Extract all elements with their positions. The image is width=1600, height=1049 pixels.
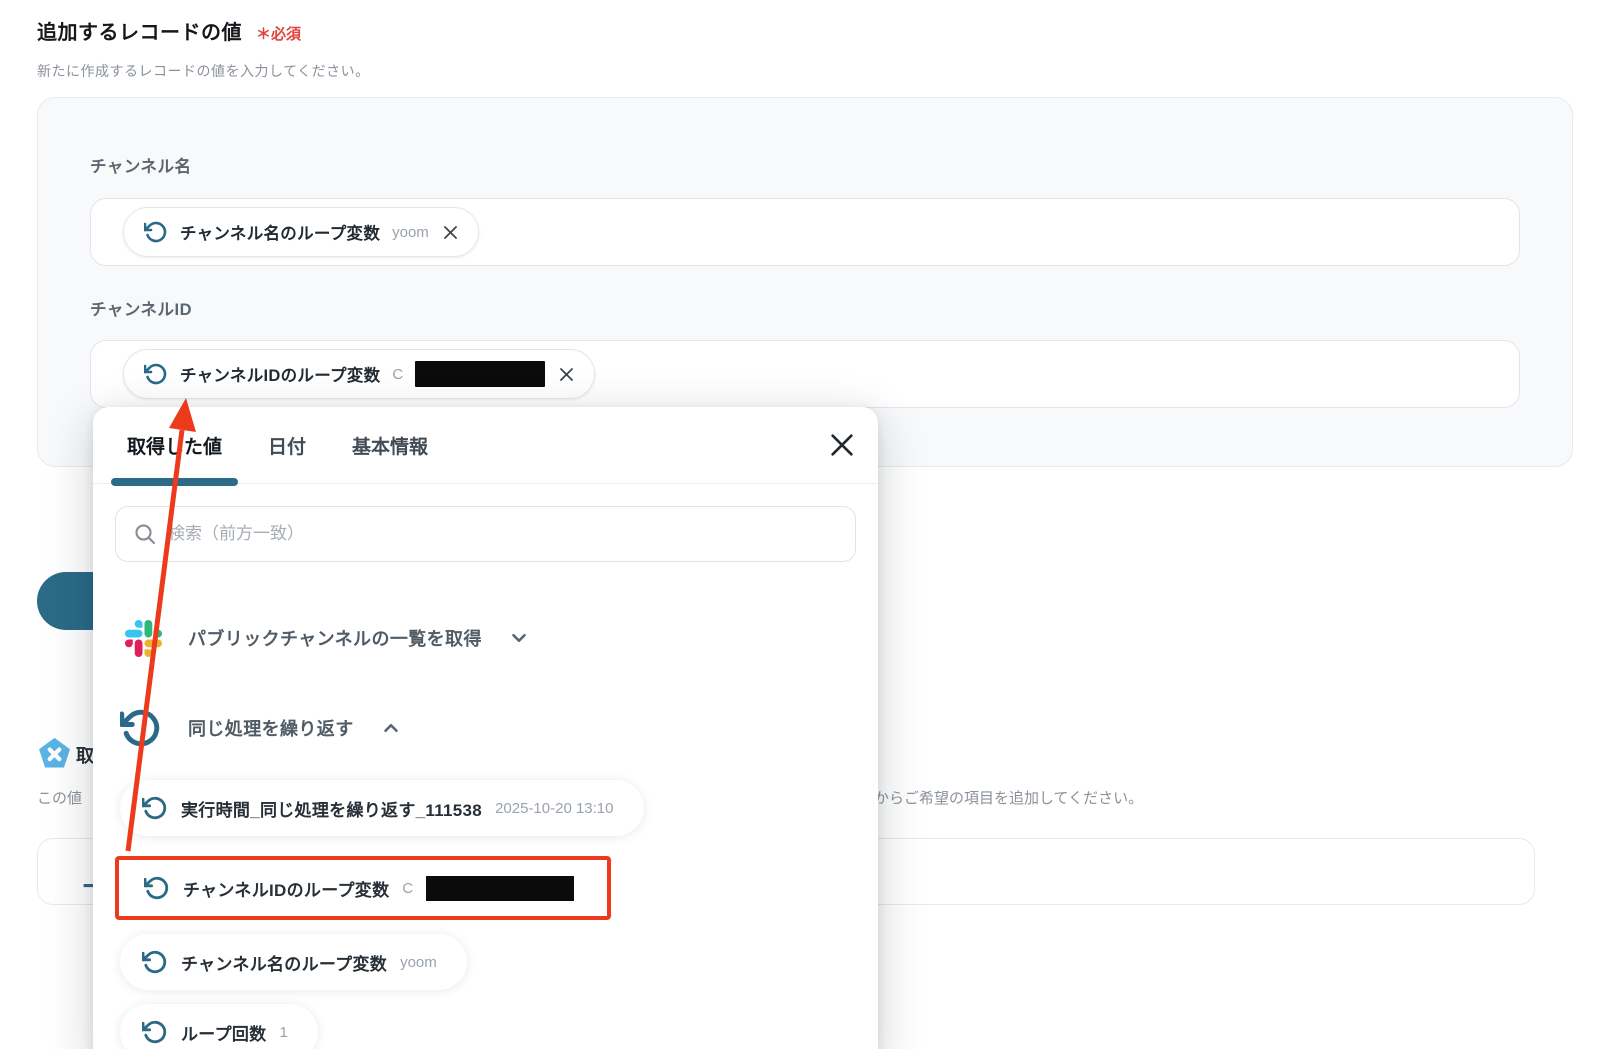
redacted-value — [426, 875, 575, 901]
group-label: パブリックチャンネルの一覧を取得 — [188, 629, 482, 649]
item-name: ループ回数 — [181, 1024, 267, 1044]
chevron-down-icon — [512, 633, 526, 643]
variable-chip-channel-name[interactable]: チャンネル名のループ変数 yoom — [123, 207, 479, 257]
group-row-loop[interactable]: 同じ処理を繰り返す — [115, 706, 856, 750]
search-box — [115, 506, 856, 562]
hidden-sentence-left: この値 — [37, 790, 83, 807]
item-value: 2025-10-20 13:10 — [495, 799, 614, 817]
item-value: yoom — [400, 953, 437, 971]
hidden-sentence-right: からご希望の項目を追加してください。 — [874, 790, 1144, 807]
item-name: チャンネルIDのループ変数 — [183, 880, 390, 900]
list-item-channel-name-loop-var[interactable]: チャンネル名のループ変数 yoom — [120, 934, 467, 990]
chip-value: C — [392, 365, 404, 383]
loop-icon — [142, 796, 167, 820]
list-item-channel-id-loop-var[interactable]: チャンネルIDのループ変数 C — [122, 862, 605, 914]
slack-icon — [125, 619, 162, 657]
required-badge: ＊必須 — [256, 26, 302, 43]
chip-name: チャンネル名のループ変数 — [180, 225, 381, 243]
hidden-section-heading: 取 — [76, 746, 94, 766]
tab-date[interactable]: 日付 — [268, 432, 306, 459]
item-value: C — [402, 879, 414, 897]
variable-chip-channel-id[interactable]: チャンネルIDのループ変数 C — [123, 349, 596, 399]
channel-name-input[interactable]: チャンネル名のループ変数 yoom — [90, 198, 1520, 266]
page: 追加するレコードの値 ＊必須 新たに作成するレコードの値を入力してください。 チ… — [0, 0, 1600, 1049]
field-label-channel-name: チャンネル名 — [90, 158, 192, 176]
loop-icon — [144, 876, 169, 900]
item-name: チャンネル名のループ変数 — [181, 954, 388, 974]
x-pentagon-icon — [39, 737, 70, 768]
list-item-exec-time[interactable]: 実行時間_同じ処理を繰り返す_111538 2025-10-20 13:10 — [120, 780, 644, 836]
channel-id-input[interactable]: チャンネルIDのループ変数 C — [90, 340, 1520, 408]
loop-icon — [142, 950, 167, 974]
page-subtitle: 新たに作成するレコードの値を入力してください。 — [37, 63, 370, 79]
loop-icon — [142, 1020, 167, 1044]
search-input[interactable] — [115, 506, 856, 562]
close-icon[interactable] — [828, 431, 856, 459]
list-item-loop-count[interactable]: ループ回数 1 — [120, 1004, 318, 1049]
page-title: 追加するレコードの値 — [37, 22, 242, 44]
item-value: 1 — [279, 1023, 288, 1041]
chevron-up-icon — [383, 723, 398, 733]
remove-chip-icon[interactable] — [557, 365, 576, 384]
group-row-slack[interactable]: パブリックチャンネルの一覧を取得 — [115, 618, 856, 658]
variable-list: 実行時間_同じ処理を繰り返す_111538 2025-10-20 13:10 チ… — [115, 780, 856, 1049]
loop-icon — [144, 221, 167, 243]
variable-picker-modal: 取得した値 日付 基本情報 検索（前方一致） パブリックチャンネルの一覧を取得 … — [93, 407, 878, 1049]
modal-body: パブリックチャンネルの一覧を取得 同じ処理を繰り返す 実行時間_同じ処理を繰り返… — [93, 506, 878, 1049]
redacted-value — [415, 361, 546, 387]
chip-name: チャンネルIDのループ変数 — [180, 367, 381, 385]
tab-basic-info[interactable]: 基本情報 — [352, 432, 428, 459]
annotation-highlight-box: チャンネルIDのループ変数 C — [115, 856, 612, 920]
active-tab-underline — [111, 477, 239, 486]
tab-obtained-values[interactable]: 取得した値 — [111, 432, 239, 486]
search-icon — [135, 524, 156, 545]
loop-icon — [120, 709, 160, 747]
page-header: 追加するレコードの値 ＊必須 — [37, 16, 301, 45]
modal-tab-bar: 取得した値 日付 基本情報 — [93, 407, 878, 486]
item-name: 実行時間_同じ処理を繰り返す_111538 — [181, 800, 483, 820]
field-label-channel-id: チャンネルID — [90, 301, 193, 319]
group-label: 同じ処理を繰り返す — [188, 719, 354, 739]
remove-chip-icon[interactable] — [441, 223, 460, 242]
chip-value: yoom — [392, 223, 429, 241]
loop-icon — [144, 363, 167, 385]
